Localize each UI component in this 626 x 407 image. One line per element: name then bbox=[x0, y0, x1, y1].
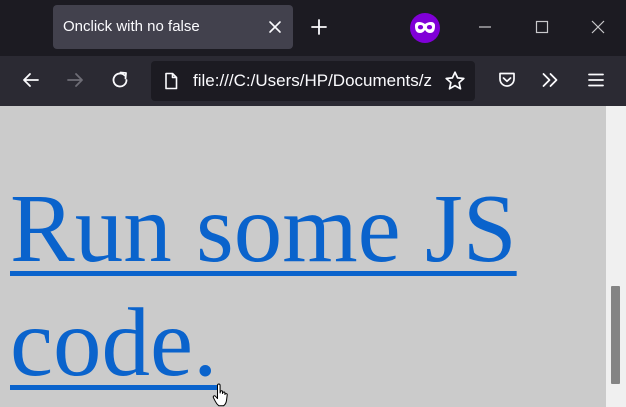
private-browsing-icon bbox=[410, 13, 440, 43]
hand-pointer-icon bbox=[212, 383, 228, 407]
pocket-button[interactable] bbox=[495, 68, 519, 92]
minimize-button[interactable] bbox=[474, 16, 496, 38]
new-tab-button[interactable] bbox=[307, 15, 331, 39]
reload-button[interactable] bbox=[108, 68, 132, 92]
forward-button[interactable] bbox=[63, 68, 87, 92]
page-icon bbox=[165, 72, 178, 90]
page-content: Run some JS code. bbox=[0, 106, 606, 407]
close-icon[interactable] bbox=[265, 17, 285, 37]
tab-title: Onclick with no false bbox=[63, 18, 200, 35]
url-text[interactable]: file:///C:/Users/HP/Documents/z bbox=[193, 61, 437, 101]
navigation-toolbar: file:///C:/Users/HP/Documents/z bbox=[0, 56, 626, 106]
scrollbar-thumb[interactable] bbox=[611, 286, 620, 384]
vertical-scrollbar[interactable] bbox=[606, 106, 626, 407]
back-button[interactable] bbox=[19, 68, 43, 92]
run-js-link[interactable]: Run some JS code. bbox=[10, 172, 590, 400]
address-bar[interactable]: file:///C:/Users/HP/Documents/z bbox=[151, 61, 475, 101]
overflow-menu-button[interactable] bbox=[538, 68, 562, 92]
tab-active[interactable]: Onclick with no false bbox=[53, 5, 293, 49]
maximize-button[interactable] bbox=[531, 16, 553, 38]
hamburger-menu-button[interactable] bbox=[584, 68, 608, 92]
tab-strip: Onclick with no false bbox=[0, 0, 626, 56]
window-close-button[interactable] bbox=[587, 16, 609, 38]
bookmark-star-button[interactable] bbox=[443, 69, 467, 93]
